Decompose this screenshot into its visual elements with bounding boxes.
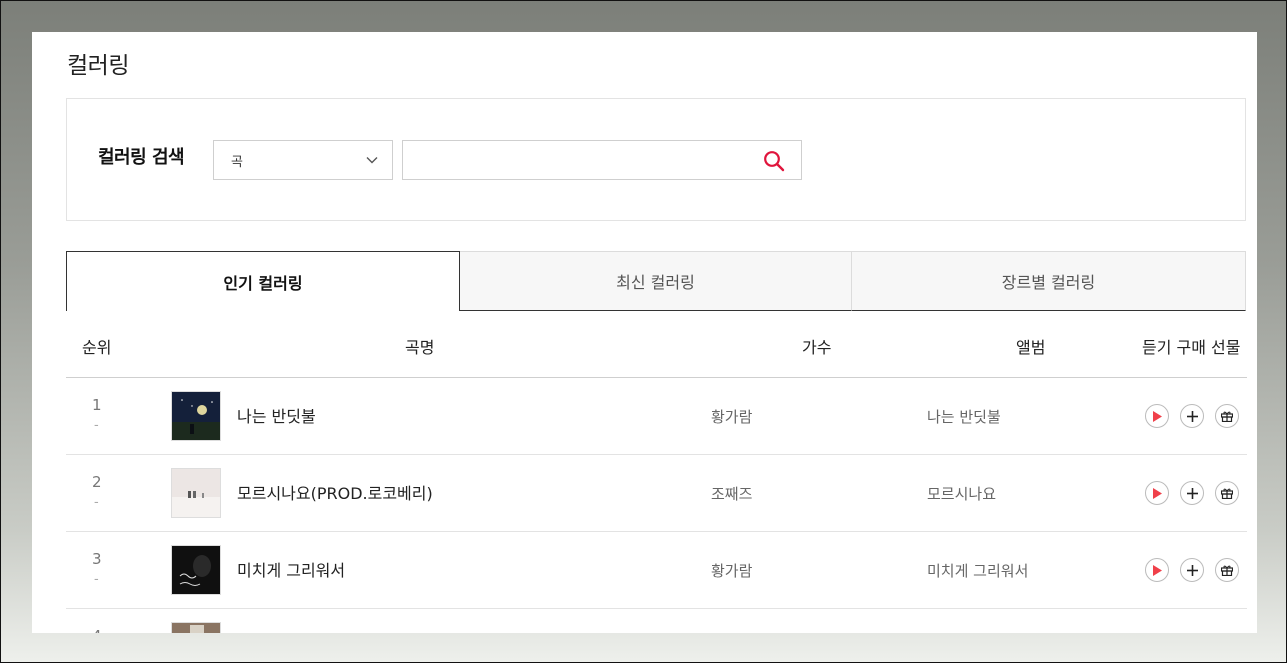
row-actions <box>1145 404 1239 428</box>
table-row: 3 - 미치게 그리워서 황가람 미치게 그리워서 <box>66 532 1247 609</box>
artist-name[interactable]: 조째즈 <box>711 483 752 504</box>
album-cover[interactable] <box>171 468 221 518</box>
search-label: 컬러링 검색 <box>98 147 185 168</box>
rank-number: 1 <box>92 396 102 414</box>
tab-genre-coloring[interactable]: 장르별 컬러링 <box>851 251 1246 311</box>
album-cover[interactable] <box>171 545 221 595</box>
rank-number: 2 <box>92 473 102 491</box>
rank-change: - <box>94 572 99 587</box>
rank-number: 4 <box>92 627 102 633</box>
header-song: 곡명 <box>405 338 435 357</box>
gift-icon <box>1221 488 1233 499</box>
album-name[interactable]: 모르시나요 <box>927 483 996 504</box>
gift-icon <box>1221 411 1233 422</box>
table-row: 1 - 나는 반딧불 황가람 나는 반딧불 <box>66 378 1247 455</box>
gift-icon <box>1221 565 1233 576</box>
artist-name[interactable]: 황가람 <box>711 560 752 581</box>
rank-change: - <box>94 495 99 510</box>
table-row: 2 - 모르시나요(PROD.로코베리) 조째즈 모르시나요 <box>66 455 1247 532</box>
add-button[interactable] <box>1180 404 1204 428</box>
chart-list: 1 - 나는 반딧불 황가람 나는 반딧불 2 - 모르시나요(PROD.로코베… <box>66 378 1247 633</box>
chevron-down-icon <box>366 157 378 164</box>
search-field <box>402 140 802 180</box>
album-cover[interactable] <box>171 622 221 633</box>
search-box: 컬러링 검색 곡 <box>66 98 1246 221</box>
song-title[interactable]: 모르시나요(PROD.로코베리) <box>237 480 433 504</box>
rank-number: 3 <box>92 550 102 568</box>
gift-button[interactable] <box>1215 481 1239 505</box>
header-actions: 듣기 구매 선물 <box>1142 338 1241 357</box>
search-icon[interactable] <box>763 150 785 172</box>
tab-latest-coloring[interactable]: 최신 컬러링 <box>460 251 852 311</box>
song-title[interactable]: 미치게 그리워서 <box>237 557 345 581</box>
play-icon <box>1153 487 1162 499</box>
play-button[interactable] <box>1145 558 1169 582</box>
artist-name[interactable]: 황가람 <box>711 406 752 427</box>
play-button[interactable] <box>1145 404 1169 428</box>
add-button[interactable] <box>1180 558 1204 582</box>
album-name[interactable]: 미치게 그리워서 <box>927 560 1028 581</box>
header-rank: 순위 <box>82 338 112 357</box>
rank-change: - <box>94 418 99 433</box>
gift-button[interactable] <box>1215 558 1239 582</box>
coloring-panel: 컬러링 컬러링 검색 곡 인기 컬러링 최신 컬러링 장르별 컬러링 순위 곡명… <box>32 32 1257 633</box>
gift-button[interactable] <box>1215 404 1239 428</box>
tab-bar: 인기 컬러링 최신 컬러링 장르별 컬러링 <box>66 251 1246 311</box>
play-icon <box>1153 410 1162 422</box>
table-row: 4 <box>66 609 1247 633</box>
plus-icon <box>1186 410 1198 422</box>
song-title[interactable]: 나는 반딧불 <box>237 403 316 427</box>
album-name[interactable]: 나는 반딧불 <box>927 406 1001 427</box>
plus-icon <box>1186 487 1198 499</box>
row-actions <box>1145 481 1239 505</box>
play-button[interactable] <box>1145 481 1169 505</box>
plus-icon <box>1186 564 1198 576</box>
search-input[interactable] <box>413 141 753 177</box>
row-actions <box>1145 558 1239 582</box>
add-button[interactable] <box>1180 481 1204 505</box>
search-type-select[interactable]: 곡 <box>213 140 393 180</box>
album-cover[interactable] <box>171 391 221 441</box>
header-album: 앨범 <box>1016 338 1046 357</box>
page-title: 컬러링 <box>67 53 129 79</box>
play-icon <box>1153 564 1162 576</box>
table-header: 순위 곡명 가수 앨범 듣기 구매 선물 <box>66 311 1247 378</box>
tab-popular-coloring[interactable]: 인기 컬러링 <box>66 251 460 311</box>
search-type-value: 곡 <box>231 155 243 170</box>
header-artist: 가수 <box>802 338 832 357</box>
